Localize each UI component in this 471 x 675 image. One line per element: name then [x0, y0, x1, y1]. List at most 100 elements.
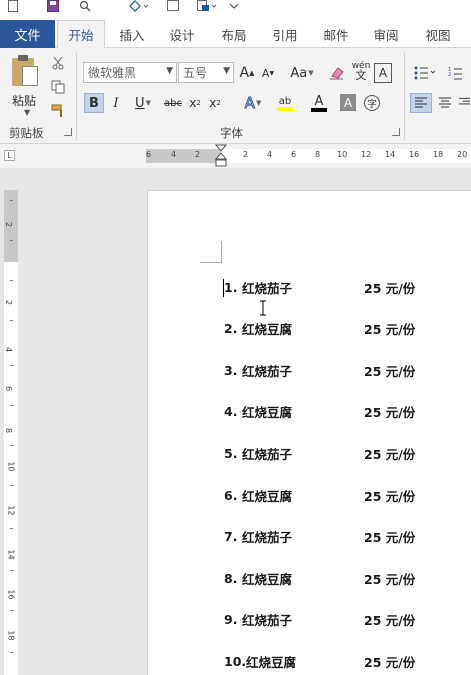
font-size-combo[interactable]: 五号 ▼ — [178, 62, 234, 83]
customize-icon[interactable] — [196, 0, 218, 12]
tab-file[interactable]: 文件 — [0, 20, 55, 48]
highlight-color-bar — [277, 106, 293, 111]
enclose-characters-button[interactable]: 字 — [362, 93, 382, 113]
list-item[interactable]: 3. 红烧茄子 25 元/份 — [224, 360, 415, 380]
text-effects-button[interactable]: A ▼ — [238, 93, 268, 113]
ruler-tick: 14 — [385, 150, 396, 159]
list-item[interactable]: 5. 红烧茄子 25 元/份 — [224, 443, 415, 463]
list-item[interactable]: 10. 红烧豆腐 25 元/份 — [224, 651, 415, 671]
ruler-tick: 18 — [433, 150, 444, 159]
text-caret — [223, 279, 224, 297]
list-item[interactable]: 1. 红烧茄子 25 元/份 — [224, 277, 415, 297]
tab-home[interactable]: 开始 — [57, 20, 105, 49]
tab-selector[interactable]: L — [4, 150, 15, 161]
font-name-combo[interactable]: 微软雅黑 ▼ — [83, 62, 177, 83]
italic-button[interactable]: I — [108, 93, 124, 113]
tab-references[interactable]: 引用 — [263, 20, 307, 48]
tab-view[interactable]: 视图 — [416, 20, 460, 48]
svg-text:2: 2 — [448, 72, 451, 78]
ruler-tick: 6 — [146, 150, 152, 159]
preview-icon[interactable] — [78, 0, 92, 12]
picture-icon[interactable] — [166, 0, 180, 12]
font-size-value: 五号 — [183, 66, 208, 80]
new-document-icon[interactable] — [6, 0, 20, 12]
paste-label: 粘贴 — [12, 94, 37, 108]
ruler-row: L 6 4 2 2 4 6 8 10 12 14 16 18 20 — [0, 144, 471, 168]
tab-insert[interactable]: 插入 — [110, 20, 154, 48]
paste-button[interactable]: 粘贴 ▼ — [6, 54, 44, 117]
ruler-tick: 6 — [4, 385, 14, 392]
ruler-tick: 4 — [267, 150, 273, 159]
list-item[interactable]: 7. 红烧茄子 25 元/份 — [224, 526, 415, 546]
ruler-tick: 8 — [4, 427, 14, 434]
list-item[interactable]: 9. 红烧茄子 25 元/份 — [224, 609, 415, 629]
cut-icon[interactable] — [48, 54, 68, 72]
character-shading-button[interactable]: A — [340, 94, 356, 111]
tab-mailings[interactable]: 邮件 — [314, 20, 358, 48]
align-right-button[interactable] — [458, 93, 471, 113]
shrink-font-button[interactable]: A ▼ — [260, 63, 276, 83]
font-name-value: 微软雅黑 — [88, 66, 137, 80]
ruler-tick: 14 — [6, 549, 16, 560]
tab-design[interactable]: 设计 — [160, 20, 204, 48]
list-item[interactable]: 2. 红烧豆腐 25 元/份 — [224, 318, 415, 338]
tab-review[interactable]: 审阅 — [364, 20, 408, 48]
list-item[interactable]: 6. 红烧豆腐 25 元/份 — [224, 485, 415, 505]
chevron-down-icon: ▼ — [24, 108, 31, 117]
font-color-bar — [311, 107, 327, 112]
highlight-button[interactable]: ab — [270, 93, 300, 113]
clear-formatting-icon[interactable] — [328, 63, 346, 83]
horizontal-ruler[interactable]: 6 4 2 2 4 6 8 10 12 14 16 18 20 — [146, 149, 471, 163]
font-color-button[interactable]: A — [305, 93, 333, 113]
align-left-button[interactable] — [410, 93, 432, 113]
copy-icon[interactable] — [48, 78, 68, 96]
ruler-tick: 20 — [457, 150, 468, 159]
chevron-down-icon[interactable] — [228, 0, 240, 12]
align-center-button[interactable] — [436, 93, 454, 113]
margin-corner-mark — [200, 241, 222, 263]
save-icon[interactable] — [46, 0, 60, 12]
ruler-tick: 2 — [4, 221, 14, 228]
subscript-button[interactable]: x2 — [187, 93, 203, 113]
strikethrough-button[interactable]: abc — [162, 93, 184, 113]
ruler-tick: 12 — [6, 505, 16, 516]
superscript-button[interactable]: x2 — [207, 93, 223, 113]
underline-button[interactable]: U ▼ — [130, 93, 156, 113]
numbering-button[interactable]: 12 — [446, 63, 471, 83]
clipboard-group-label: 剪贴板 — [9, 126, 44, 140]
format-painter-icon[interactable] — [128, 0, 150, 12]
ruler-tick: 12 — [361, 150, 372, 159]
list-item[interactable]: 4. 红烧豆腐 25 元/份 — [224, 401, 415, 421]
ribbon: 粘贴 ▼ 剪贴板 微软雅黑 ▼ 五号 ▼ A ▲ A ▼ Aa ▼ wén 文 A B … — [0, 48, 471, 144]
chevron-down-icon[interactable]: ▼ — [223, 66, 230, 76]
document-page[interactable]: 1. 红烧茄子 25 元/份 2. 红烧豆腐 25 元/份 3. 红烧茄子 25 元/份 4… — [147, 190, 471, 675]
clipboard-dialog-launcher-icon[interactable] — [64, 128, 72, 136]
bullets-button[interactable] — [412, 63, 440, 83]
ruler-tick: 2 — [4, 299, 14, 306]
change-case-button[interactable]: Aa ▼ — [287, 63, 317, 83]
ruler-tick: 4 — [171, 150, 177, 159]
ruler-tick: 16 — [409, 150, 420, 159]
vertical-ruler[interactable]: 2 2 4 6 8 10 12 14 16 18 — [4, 190, 18, 675]
chevron-down-icon[interactable]: ▼ — [166, 66, 173, 76]
ruler-tick: 2 — [243, 150, 249, 159]
indent-marker-icon[interactable] — [214, 144, 228, 168]
ruler-tick: 16 — [6, 589, 16, 600]
tab-layout[interactable]: 布局 — [212, 20, 256, 48]
ruler-tick: 8 — [315, 150, 321, 159]
grow-font-button[interactable]: A ▲ — [238, 63, 256, 83]
ribbon-tab-bar: 文件 开始 插入 设计 布局 引用 邮件 审阅 视图 — [0, 16, 471, 49]
character-border-button[interactable]: A — [374, 63, 392, 83]
ruler-tick: 18 — [6, 630, 16, 641]
ruler-tick: 6 — [291, 150, 297, 159]
format-painter-icon[interactable] — [48, 102, 68, 120]
quick-access-toolbar — [0, 0, 471, 16]
ruler-tick: 10 — [6, 461, 16, 472]
ibeam-cursor-icon — [259, 300, 267, 316]
list-item[interactable]: 8. 红烧豆腐 25 元/份 — [224, 568, 415, 588]
ruler-tick: 4 — [4, 346, 14, 353]
font-dialog-launcher-icon[interactable] — [392, 128, 400, 136]
bold-button[interactable]: B — [84, 93, 104, 113]
ruler-tick: 10 — [337, 150, 348, 159]
phonetic-guide-button[interactable]: wén 文 — [350, 61, 372, 82]
